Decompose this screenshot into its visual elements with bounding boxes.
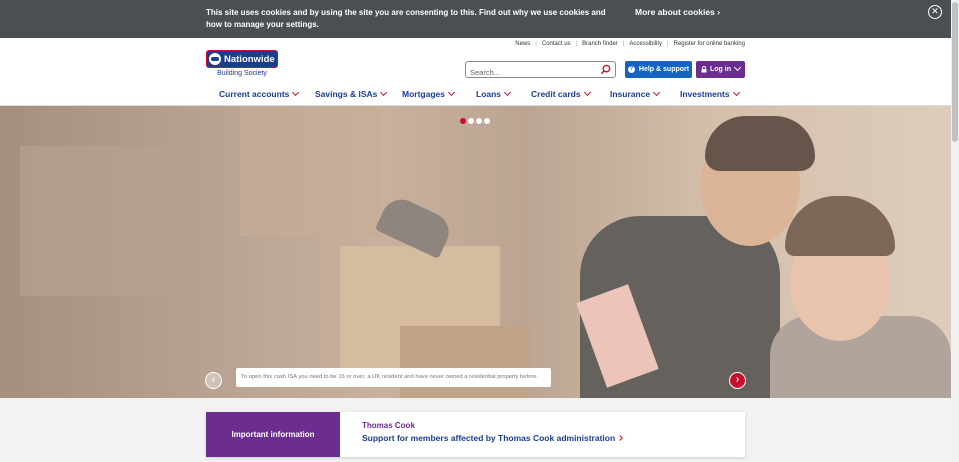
nav-credit-cards[interactable]: Credit cards <box>531 88 591 99</box>
util-link-accessibility[interactable]: Accessibility <box>629 41 662 47</box>
logo-name: Nationwide <box>224 53 275 65</box>
cookie-message: This site uses cookies and by using the … <box>206 8 606 29</box>
divider: | <box>535 41 537 47</box>
chevron-down-icon <box>583 88 591 97</box>
important-info-card: Important information Thomas Cook Suppor… <box>206 412 745 457</box>
search-box <box>465 61 616 80</box>
close-icon[interactable]: ✕ <box>928 5 942 19</box>
login-label: Log in <box>710 66 731 73</box>
nav-label: Credit cards <box>531 89 581 99</box>
important-info-title: Thomas Cook <box>362 421 415 430</box>
logo-subtitle: Building Society <box>217 70 267 77</box>
nav-current-accounts[interactable]: Current accounts <box>219 88 300 99</box>
logo-badge: Nationwide <box>206 50 278 68</box>
carousel-next-button[interactable]: › <box>729 372 746 389</box>
login-button[interactable]: Log in <box>696 61 745 78</box>
nav-label: Loans <box>476 89 502 99</box>
scroll-thumb[interactable] <box>952 2 958 142</box>
important-info-label: Important information <box>206 412 340 457</box>
more-about-cookies-link[interactable]: More about cookies › <box>635 7 720 17</box>
search-input[interactable] <box>470 65 598 80</box>
carousel-prev-button[interactable]: ‹ <box>205 372 222 389</box>
chevron-down-icon <box>653 88 661 97</box>
carousel-dot-2[interactable] <box>468 118 474 124</box>
logo-icon <box>209 53 221 65</box>
important-info-section: Important information Thomas Cook Suppor… <box>0 398 951 462</box>
divider: | <box>575 41 578 47</box>
util-link-contact-us[interactable]: Contact us <box>542 41 571 47</box>
info-link-label[interactable]: Support for members affected by Thomas C… <box>362 433 615 443</box>
nav-label: Savings & ISAs <box>315 89 378 99</box>
chevron-down-icon <box>292 88 300 97</box>
help-support-button[interactable]: ? Help & support <box>625 61 692 78</box>
hero-carousel: ‹ To open this cash ISA you need to be 1… <box>0 106 951 398</box>
nav-loans[interactable]: Loans <box>476 88 512 99</box>
carousel-dot-3[interactable] <box>476 118 482 124</box>
thomas-cook-support-link[interactable]: Support for members affected by Thomas C… <box>362 433 623 443</box>
nav-label: Investments <box>680 89 730 99</box>
chevron-right-icon <box>617 435 623 441</box>
nav-label: Current accounts <box>219 89 290 99</box>
carousel-dot-4[interactable] <box>484 118 490 124</box>
chevron-down-icon <box>447 88 456 97</box>
search-icon[interactable] <box>600 64 611 75</box>
divider: | <box>622 41 625 47</box>
nav-investments[interactable]: Investments <box>680 88 740 99</box>
chevron-down-icon <box>732 88 740 97</box>
lock-icon <box>701 66 707 73</box>
chevron-down-icon <box>733 63 742 72</box>
scrollbar[interactable] <box>951 0 959 462</box>
carousel-dots <box>460 118 492 124</box>
nav-label: Mortgages <box>402 89 445 99</box>
hero-disclaimer: To open this cash ISA you need to be 16 … <box>236 368 551 387</box>
utility-links: News | Contact us | Branch finder | Acce… <box>515 41 745 47</box>
nav-savings-isas[interactable]: Savings & ISAs <box>315 88 388 99</box>
cookie-banner: This site uses cookies and by using the … <box>0 0 951 38</box>
help-support-label: Help & support <box>638 66 690 73</box>
carousel-dot-1[interactable] <box>460 118 466 124</box>
util-link-branch-finder[interactable]: Branch finder <box>582 41 618 47</box>
nav-mortgages[interactable]: Mortgages <box>402 88 456 99</box>
util-link-news[interactable]: News <box>515 41 530 47</box>
site-header: Nationwide Building Society News | Conta… <box>0 38 951 106</box>
chevron-down-icon <box>503 88 512 97</box>
nav-label: Insurance <box>610 89 651 99</box>
nationwide-logo[interactable]: Nationwide Building Society <box>206 50 278 80</box>
info-icon: ? <box>627 66 635 73</box>
more-about-cookies-label[interactable]: More about cookies <box>635 7 715 17</box>
hero-overlay <box>0 106 951 398</box>
nav-insurance[interactable]: Insurance <box>610 88 661 99</box>
chevron-down-icon <box>380 88 388 97</box>
divider: | <box>667 41 669 47</box>
util-link-register[interactable]: Register for online banking <box>674 41 745 47</box>
